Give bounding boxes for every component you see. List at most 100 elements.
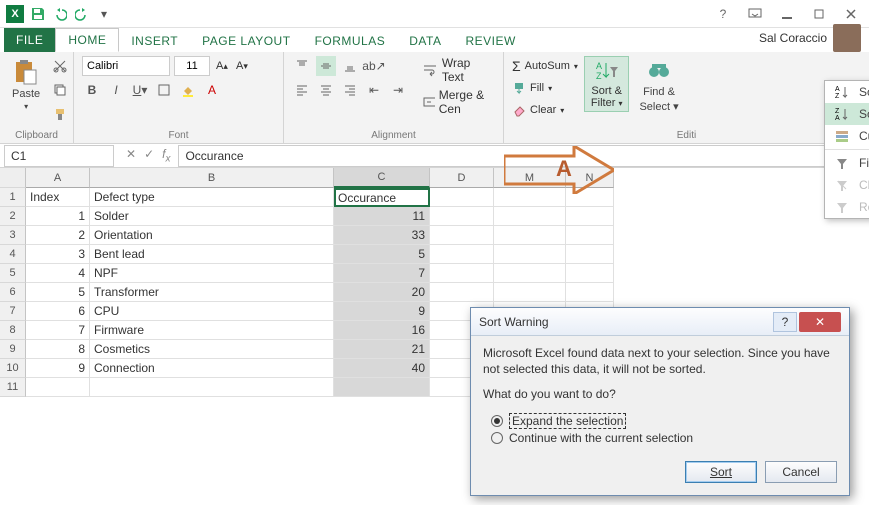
col-header[interactable]: C: [334, 168, 430, 188]
align-left-button[interactable]: [292, 80, 312, 100]
shrink-font-button[interactable]: A▾: [234, 56, 250, 76]
cell[interactable]: Transformer: [90, 283, 334, 302]
cell[interactable]: [566, 283, 614, 302]
align-bottom-button[interactable]: [340, 56, 360, 76]
copy-button[interactable]: [50, 80, 70, 100]
tab-file[interactable]: FILE: [4, 28, 55, 52]
cell[interactable]: 5: [26, 283, 90, 302]
cell[interactable]: [566, 207, 614, 226]
row-header[interactable]: 8: [0, 321, 26, 340]
row-header[interactable]: 4: [0, 245, 26, 264]
cell[interactable]: 9: [334, 302, 430, 321]
ribbon-options-icon[interactable]: [743, 4, 767, 24]
underline-button[interactable]: U▾: [130, 80, 150, 100]
align-top-button[interactable]: [292, 56, 312, 76]
sort-smallest-to-largest[interactable]: AZ Sort Smallest to Largest: [825, 81, 869, 103]
cell[interactable]: [430, 207, 494, 226]
col-header[interactable]: D: [430, 168, 494, 188]
cell[interactable]: 40: [334, 359, 430, 378]
cell[interactable]: Defect type: [90, 188, 334, 207]
align-center-button[interactable]: [316, 80, 336, 100]
col-header[interactable]: A: [26, 168, 90, 188]
filter-item[interactable]: Filter: [825, 152, 869, 174]
col-header[interactable]: M: [494, 168, 566, 188]
fx-icon[interactable]: fx: [162, 147, 170, 164]
cut-button[interactable]: [50, 56, 70, 76]
col-header[interactable]: N: [566, 168, 614, 188]
cell[interactable]: [566, 188, 614, 207]
bold-button[interactable]: B: [82, 80, 102, 100]
autosum-button[interactable]: ΣAutoSum▾: [512, 56, 578, 76]
row-header[interactable]: 1: [0, 188, 26, 207]
custom-sort[interactable]: Custom Sort...: [825, 125, 869, 147]
cell[interactable]: [494, 226, 566, 245]
enter-formula-icon[interactable]: ✓: [144, 147, 154, 164]
sort-largest-to-smallest[interactable]: ZA Sort Largest to Smallest: [825, 103, 869, 125]
cell[interactable]: [26, 378, 90, 397]
decrease-indent-button[interactable]: ⇤: [364, 80, 384, 100]
cell[interactable]: CPU: [90, 302, 334, 321]
radio-continue-current[interactable]: Continue with the current selection: [491, 431, 837, 445]
cell[interactable]: [430, 264, 494, 283]
cell[interactable]: 21: [334, 340, 430, 359]
cell[interactable]: 11: [334, 207, 430, 226]
grow-font-button[interactable]: A▴: [214, 56, 230, 76]
fill-color-button[interactable]: [178, 80, 198, 100]
cell[interactable]: [494, 264, 566, 283]
cell[interactable]: 4: [26, 264, 90, 283]
increase-indent-button[interactable]: ⇥: [388, 80, 408, 100]
cell[interactable]: 9: [26, 359, 90, 378]
save-icon[interactable]: [30, 6, 46, 22]
cell[interactable]: Solder: [90, 207, 334, 226]
row-header[interactable]: 6: [0, 283, 26, 302]
row-header[interactable]: 2: [0, 207, 26, 226]
cell[interactable]: Firmware: [90, 321, 334, 340]
cell[interactable]: [494, 283, 566, 302]
row-header[interactable]: 11: [0, 378, 26, 397]
cell[interactable]: [430, 188, 494, 207]
redo-icon[interactable]: [74, 6, 90, 22]
format-painter-button[interactable]: [50, 104, 70, 124]
dialog-help-button[interactable]: ?: [773, 312, 797, 332]
tab-home[interactable]: HOME: [55, 28, 119, 52]
cell[interactable]: 20: [334, 283, 430, 302]
row-header[interactable]: 7: [0, 302, 26, 321]
cell[interactable]: 7: [26, 321, 90, 340]
cell[interactable]: Orientation: [90, 226, 334, 245]
row-header[interactable]: 5: [0, 264, 26, 283]
undo-icon[interactable]: [52, 6, 68, 22]
cell[interactable]: 2: [26, 226, 90, 245]
cell[interactable]: 8: [26, 340, 90, 359]
fill-button[interactable]: Fill▾: [512, 78, 578, 98]
cell[interactable]: Occurance: [334, 188, 430, 207]
align-right-button[interactable]: [340, 80, 360, 100]
cell[interactable]: [334, 378, 430, 397]
cell[interactable]: Cosmetics: [90, 340, 334, 359]
help-button[interactable]: ?: [711, 4, 735, 24]
name-box[interactable]: C1: [4, 145, 114, 167]
cancel-formula-icon[interactable]: ✕: [126, 147, 136, 164]
cell[interactable]: [566, 264, 614, 283]
cell[interactable]: [494, 207, 566, 226]
col-header[interactable]: B: [90, 168, 334, 188]
tab-page-layout[interactable]: PAGE LAYOUT: [190, 30, 302, 52]
tab-review[interactable]: REVIEW: [453, 30, 527, 52]
cell[interactable]: 16: [334, 321, 430, 340]
wrap-text-button[interactable]: Wrap Text: [422, 56, 495, 84]
cell[interactable]: [566, 226, 614, 245]
account-area[interactable]: Sal Coraccio: [759, 24, 869, 52]
italic-button[interactable]: I: [106, 80, 126, 100]
cell[interactable]: [90, 378, 334, 397]
qat-dropdown-icon[interactable]: ▾: [96, 6, 112, 22]
border-button[interactable]: [154, 80, 174, 100]
cell[interactable]: 33: [334, 226, 430, 245]
find-select-button[interactable]: Find & Select ▾: [635, 56, 682, 115]
select-all-cell[interactable]: [0, 168, 26, 188]
row-header[interactable]: 10: [0, 359, 26, 378]
row-header[interactable]: 3: [0, 226, 26, 245]
font-family-select[interactable]: [82, 56, 170, 76]
cell[interactable]: 7: [334, 264, 430, 283]
sort-button[interactable]: Sort: [685, 461, 757, 483]
row-header[interactable]: 9: [0, 340, 26, 359]
merge-center-button[interactable]: Merge & Cen: [422, 88, 495, 116]
